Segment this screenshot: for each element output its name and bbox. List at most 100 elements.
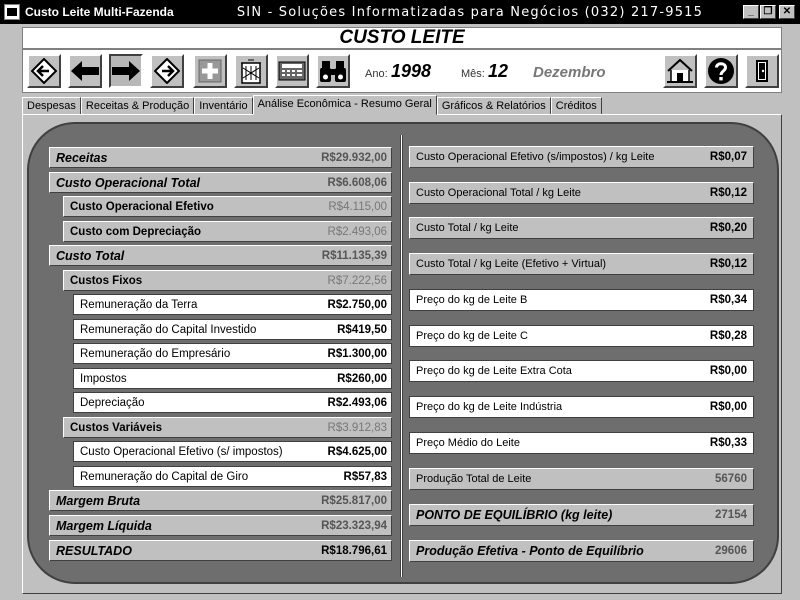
row-producao-efetiva-ponto-equilibrio: Produção Efetiva - Ponto de Equilíbrio 29… <box>409 540 754 562</box>
calculator-button[interactable] <box>275 54 309 88</box>
row-value: 27154 <box>715 509 747 521</box>
row-producao-total-leite: Produção Total de Leite 56760 <box>409 468 754 490</box>
row-label: Produção Total de Leite <box>416 473 532 485</box>
arrow-left-icon <box>71 61 99 81</box>
row-label: Receitas <box>56 150 108 165</box>
trash-icon <box>241 59 261 84</box>
row-value: R$4.115,00 <box>328 200 387 213</box>
row-label: Custo Total / kg Leite <box>416 222 519 234</box>
row-value[interactable]: R$0,33 <box>710 437 747 449</box>
plus-icon <box>198 59 222 83</box>
row-remuneracao-capital-investido: Remuneração do Capital Investido R$419,50 <box>73 319 392 340</box>
row-remuneracao-empresario: Remuneração do Empresário R$1.300,00 <box>73 343 392 364</box>
exit-button[interactable] <box>745 54 779 88</box>
tab-despesas[interactable]: Despesas <box>22 97 81 115</box>
row-value: R$25.817,00 <box>321 494 387 507</box>
row-value: 29606 <box>715 545 747 557</box>
row-preco-leite-c: Preço do kg de Leite C R$0,28 <box>409 325 754 347</box>
row-value: R$2.493,06 <box>327 225 387 238</box>
row-label: PONTO DE EQUILÍBRIO (kg leite) <box>416 508 613 522</box>
row-value: R$57,83 <box>343 470 387 483</box>
minimize-button[interactable]: _ <box>743 5 759 19</box>
search-button[interactable] <box>316 54 350 88</box>
row-margem-bruta: Margem Bruta R$25.817,00 <box>49 490 392 511</box>
row-value: R$3.912,83 <box>327 421 387 434</box>
row-custos-variaveis: Custos Variáveis R$3.912,83 <box>63 417 392 438</box>
row-value[interactable]: R$0,28 <box>710 330 747 342</box>
row-value[interactable]: R$0,34 <box>710 294 747 306</box>
row-ct-kg-leite-efetivo-virtual: Custo Total / kg Leite (Efetivo + Virtua… <box>409 253 754 275</box>
arrow-right-circle-icon <box>154 58 180 84</box>
row-value[interactable]: R$0,00 <box>710 365 747 377</box>
row-label: Margem Líquida <box>56 518 152 533</box>
house-icon <box>667 58 693 83</box>
tab-receitas-producao[interactable]: Receitas & Produção <box>80 97 195 115</box>
restore-button[interactable]: ❐ <box>760 5 776 19</box>
help-button[interactable] <box>704 54 738 88</box>
door-icon <box>756 60 768 82</box>
row-label: Custo Operacional Total / kg Leite <box>416 187 581 199</box>
row-custos-fixos: Custos Fixos R$7.222,56 <box>63 270 392 291</box>
row-custo-total: Custo Total R$11.135,39 <box>49 245 392 266</box>
toolbar: Ano: 1998 Mês: 12 Dezembro <box>22 49 782 93</box>
add-button[interactable] <box>193 54 227 88</box>
row-value: R$0,20 <box>709 222 747 234</box>
row-remuneracao-capital-giro: Remuneração do Capital de Giro R$57,83 <box>73 466 392 487</box>
row-value: R$1.300,00 <box>327 347 387 360</box>
row-label: Remuneração da Terra <box>80 298 198 311</box>
row-custo-operacional-efetivo: Custo Operacional Efetivo R$4.115,00 <box>63 196 392 217</box>
row-label: Remuneração do Capital de Giro <box>80 470 249 483</box>
row-value: R$0,12 <box>709 187 747 199</box>
home-button[interactable] <box>663 54 697 88</box>
row-ponto-equilibrio: PONTO DE EQUILÍBRIO (kg leite) 27154 <box>409 504 754 526</box>
tab-strip: Despesas Receitas & Produção Inventário … <box>22 95 602 115</box>
row-remuneracao-terra: Remuneração da Terra R$2.750,00 <box>73 294 392 315</box>
arrow-left-circle-icon <box>31 58 57 84</box>
row-value: R$2.493,06 <box>327 396 387 409</box>
ano-label: Ano: <box>365 68 388 80</box>
binoculars-icon <box>320 61 346 82</box>
tab-graficos-relatorios[interactable]: Gráficos & Relatórios <box>436 97 551 115</box>
row-label: Preço do kg de Leite B <box>416 294 528 306</box>
next-circle-button[interactable] <box>150 54 184 88</box>
row-custo-operacional-efetivo-s-impostos: Custo Operacional Efetivo (s/ impostos) R… <box>73 441 392 462</box>
row-value: R$11.135,39 <box>321 249 387 262</box>
row-value: R$260,00 <box>337 372 387 385</box>
mes-value[interactable]: 12 <box>488 61 508 82</box>
row-cot-kg-leite: Custo Operacional Total / kg Leite R$0,12 <box>409 182 754 204</box>
row-label: Custo Operacional Efetivo <box>70 200 214 213</box>
tab-inventario[interactable]: Inventário <box>194 97 253 115</box>
row-value: R$2.750,00 <box>327 298 387 311</box>
app-icon[interactable] <box>4 4 20 20</box>
row-custo-com-depreciacao: Custo com Depreciação R$2.493,06 <box>63 221 392 242</box>
calculator-icon <box>278 61 306 81</box>
previous-circle-button[interactable] <box>27 54 61 88</box>
row-value: R$0,07 <box>709 151 747 163</box>
row-preco-leite-industria: Preço do kg de Leite Indústria R$0,00 <box>409 396 754 418</box>
tab-creditos[interactable]: Créditos <box>550 97 602 115</box>
row-label: Custo Total / kg Leite (Efetivo + Virtua… <box>416 258 607 270</box>
close-button[interactable]: ✕ <box>779 5 795 19</box>
row-label: Preço Médio do Leite <box>416 437 520 449</box>
row-label: Preço do kg de Leite C <box>416 330 528 342</box>
app-title: Custo Leite Multi-Fazenda <box>25 5 174 19</box>
tab-analise-economica[interactable]: Análise Econômica - Resumo Geral <box>252 95 437 115</box>
row-value: R$23.323,94 <box>321 519 387 532</box>
question-mark-icon <box>708 58 734 84</box>
row-custo-operacional-total: Custo Operacional Total R$6.608,06 <box>49 172 392 193</box>
row-value: R$419,50 <box>337 323 387 336</box>
page-title: CUSTO LEITE <box>22 27 782 49</box>
mes-label: Mês: <box>461 68 485 80</box>
ano-value[interactable]: 1998 <box>391 61 431 82</box>
forward-button[interactable] <box>109 54 143 88</box>
row-label: Remuneração do Capital Investido <box>80 323 257 336</box>
row-label: Custo Operacional Total <box>56 175 201 190</box>
row-ct-kg-leite: Custo Total / kg Leite R$0,20 <box>409 217 754 239</box>
back-button[interactable] <box>68 54 102 88</box>
delete-button[interactable] <box>234 54 268 88</box>
row-value: R$7.222,56 <box>327 274 387 287</box>
row-label: Produção Efetiva - Ponto de Equilíbrio <box>416 544 644 558</box>
row-value[interactable]: R$0,00 <box>710 401 747 413</box>
company-banner: SIN - Soluções Informatizadas para Negóc… <box>236 4 704 20</box>
row-value: R$18.796,61 <box>321 544 387 557</box>
